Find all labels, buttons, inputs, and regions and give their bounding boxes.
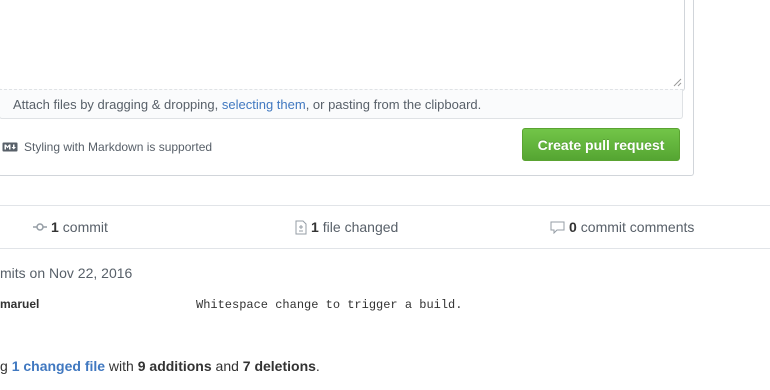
dropzone-suffix: , or pasting from the clipboard. [305, 97, 482, 112]
file-attach-dropzone[interactable]: Attach files by dragging & dropping, sel… [0, 89, 683, 119]
files-label: file changed [322, 219, 399, 235]
tab-commit-comments[interactable]: 0 commit comments [550, 219, 694, 235]
comments-label: commit comments [580, 219, 695, 235]
comments-count: 0 [569, 219, 577, 235]
pr-summary-bar: 1 commit 1 file changed 0 commit comment… [0, 205, 770, 249]
tab-files-changed[interactable]: 1 file changed [295, 219, 398, 235]
commit-count: 1 [51, 219, 59, 235]
diff-suffix: . [315, 358, 320, 374]
commit-date-heading: mits on Nov 22, 2016 [0, 265, 133, 281]
select-files-link[interactable]: selecting them [222, 97, 306, 112]
comment-icon [550, 221, 565, 234]
commit-label: commit [62, 219, 108, 235]
diff-mid2: and [211, 358, 243, 374]
file-diff-icon [295, 220, 307, 234]
dropzone-prefix: Attach files by dragging & dropping, [13, 97, 222, 112]
comment-body-wrapper [0, 0, 685, 93]
diff-prefix: g [0, 358, 12, 374]
changed-files-link[interactable]: 1 changed file [12, 358, 105, 374]
tab-commits[interactable]: 1 commit [33, 219, 108, 235]
create-pull-request-button[interactable]: Create pull request [522, 128, 680, 161]
markdown-label: Styling with Markdown is supported [24, 140, 213, 154]
deletions-count: 7 deletions [242, 358, 316, 374]
diff-mid1: with [105, 358, 138, 374]
resize-handle-icon[interactable] [673, 78, 682, 87]
diff-summary: g 1 changed file with 9 additions and 7 … [0, 358, 320, 374]
commit-author-link[interactable]: maruel [0, 297, 39, 311]
commit-message-link[interactable]: Whitespace change to trigger a build. [196, 298, 462, 312]
commit-icon [33, 223, 47, 231]
markdown-hint[interactable]: Styling with Markdown is supported [2, 140, 212, 154]
comment-textarea[interactable] [0, 0, 684, 93]
markdown-icon [2, 142, 18, 152]
comment-form: Attach files by dragging & dropping, sel… [0, 0, 694, 176]
additions-count: 9 additions [137, 358, 212, 374]
files-count: 1 [311, 219, 319, 235]
